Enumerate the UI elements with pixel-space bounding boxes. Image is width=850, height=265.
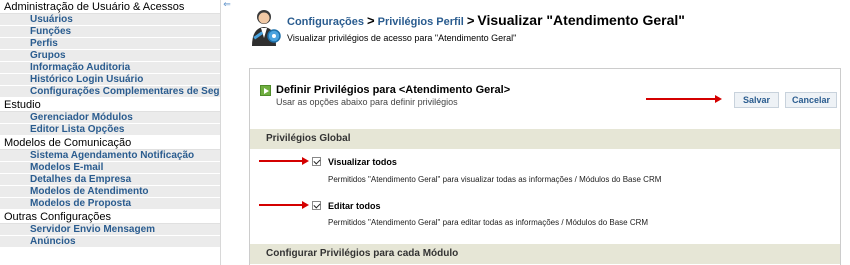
sidebar-section-communication-templates: Modelos de Comunicação	[0, 136, 220, 150]
privileges-panel: Definir Privilégios para <Atendimento Ge…	[249, 68, 841, 265]
red-arrow-annotation	[259, 157, 309, 165]
sidebar-item-groups[interactable]: Grupos	[0, 50, 220, 62]
sidebar-item-users[interactable]: Usuários	[0, 14, 220, 26]
view-all-label: Visualizar todos	[328, 157, 397, 167]
red-arrow-annotation	[646, 95, 722, 103]
breadcrumb-settings-link[interactable]: Configurações	[287, 16, 364, 28]
user-settings-icon	[247, 8, 283, 48]
sidebar-item-login-history[interactable]: Histórico Login Usuário	[0, 74, 220, 86]
save-button[interactable]: Salvar	[734, 92, 779, 108]
breadcrumb-profile-privileges-link[interactable]: Privilégios Perfil	[378, 16, 464, 28]
double-left-arrow-icon[interactable]: ⇐	[221, 0, 233, 9]
module-privileges-header: Configurar Privilégios para cada Módulo	[250, 244, 840, 264]
sidebar-item-mail-server[interactable]: Servidor Envio Mensagem	[0, 224, 220, 236]
sidebar-section-other-settings: Outras Configurações	[0, 210, 220, 224]
sidebar-item-email-templates[interactable]: Modelos E-mail	[0, 162, 220, 174]
sidebar-item-announcements[interactable]: Anúncios	[0, 236, 220, 248]
page-subtitle: Visualizar privilégios de acesso para "A…	[287, 33, 517, 43]
cancel-button[interactable]: Cancelar	[785, 92, 837, 108]
sidebar-item-notification-scheduler[interactable]: Sistema Agendamento Notificação	[0, 150, 220, 162]
sidebar-item-security-settings[interactable]: Configurações Complementares de Seguranç…	[0, 86, 220, 98]
panel-header: Definir Privilégios para <Atendimento Ge…	[250, 69, 840, 121]
edit-all-description: Permitidos "Atendimento Geral" para edit…	[328, 218, 649, 227]
sidebar-item-module-manager[interactable]: Gerenciador Módulos	[0, 112, 220, 124]
breadcrumb-separator: >	[367, 13, 375, 28]
sidebar-item-picklist-editor[interactable]: Editor Lista Opções	[0, 124, 220, 136]
play-arrow-icon	[260, 85, 271, 96]
view-all-description: Permitidos "Atendimento Geral" para visu…	[328, 175, 662, 184]
red-arrow-annotation	[259, 201, 309, 209]
sidebar-item-company-details[interactable]: Detalhes da Empresa	[0, 174, 220, 186]
page-title: Visualizar "Atendimento Geral"	[477, 12, 685, 28]
sidebar-section-user-admin: Administração de Usuário & Acessos	[0, 0, 220, 14]
sidebar-item-roles[interactable]: Funções	[0, 26, 220, 38]
global-privileges-header: Privilégios Global	[250, 129, 840, 149]
sidebar-item-profiles[interactable]: Perfis	[0, 38, 220, 50]
sidebar-item-support-templates[interactable]: Modelos de Atendimento	[0, 186, 220, 198]
sidebar-section-studio: Estudio	[0, 98, 220, 112]
panel-title: Definir Privilégios para <Atendimento Ge…	[276, 84, 511, 96]
view-all-checkbox[interactable]	[312, 157, 321, 166]
page-header: Configurações > Privilégios Perfil > Visuali…	[233, 0, 850, 56]
panel-hint: Usar as opções abaixo para definir privi…	[276, 97, 458, 107]
sidebar-item-audit-info[interactable]: Informação Auditoria	[0, 62, 220, 74]
app-root: Administração de Usuário & Acessos Usuár…	[0, 0, 850, 265]
breadcrumb-separator: >	[466, 13, 475, 28]
edit-all-label: Editar todos	[328, 201, 381, 211]
edit-all-checkbox[interactable]	[312, 201, 321, 210]
sidebar-item-proposal-templates[interactable]: Modelos de Proposta	[0, 198, 220, 210]
settings-sidebar: Administração de Usuário & Acessos Usuár…	[0, 0, 221, 265]
breadcrumb: Configurações > Privilégios Perfil > Visuali…	[287, 12, 685, 28]
